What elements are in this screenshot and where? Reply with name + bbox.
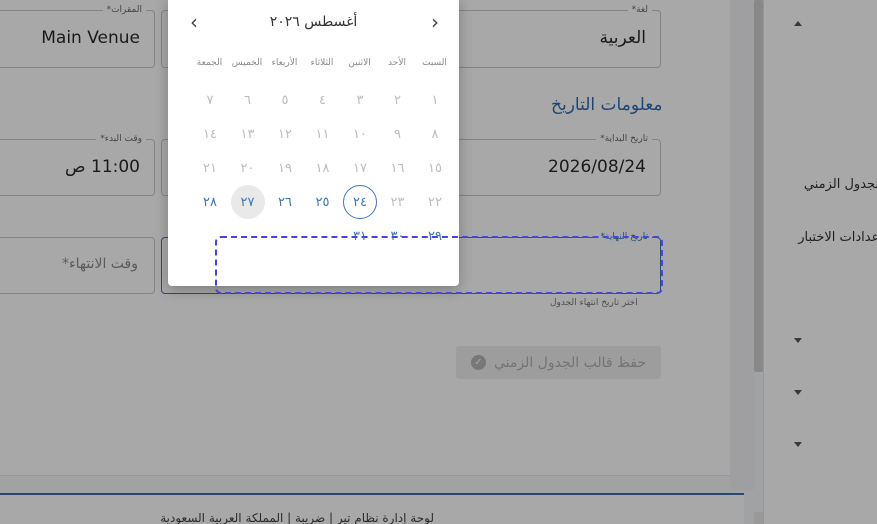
calendar-day: ١٤ bbox=[203, 126, 217, 142]
weekday-label: الأحد bbox=[388, 58, 406, 68]
calendar-day[interactable]: ٢٥ bbox=[306, 185, 340, 219]
calendar-day[interactable]: ٢٨ bbox=[193, 185, 227, 219]
calendar-day: ٩ bbox=[394, 126, 401, 142]
calendar-day: ٢٠ bbox=[240, 160, 255, 176]
calendar-day: ٢٢ bbox=[428, 194, 442, 210]
calendar-day: ١٦ bbox=[390, 160, 405, 176]
calendar-day: ٥ bbox=[281, 92, 289, 108]
calendar-day: ١٧ bbox=[353, 160, 367, 176]
calendar-day: ٢٣ bbox=[390, 194, 405, 210]
calendar-day: ١٢ bbox=[278, 126, 292, 142]
focus-outline bbox=[215, 236, 663, 294]
calendar-day: ١ bbox=[431, 92, 439, 108]
calendar-day: ١٩ bbox=[278, 160, 292, 176]
calendar-day: ٨ bbox=[431, 126, 439, 142]
calendar-day: ١٨ bbox=[315, 160, 330, 176]
next-month-button[interactable]: › bbox=[421, 8, 449, 36]
calendar-day: ٢١ bbox=[203, 160, 217, 176]
calendar-day: ١٥ bbox=[428, 160, 442, 176]
calendar-day: ٦ bbox=[244, 92, 251, 108]
calendar-day[interactable]: ٢٧ bbox=[230, 185, 265, 219]
weekday-label: الخميس bbox=[231, 58, 263, 68]
calendar-day: ١٣ bbox=[240, 126, 255, 142]
calendar-month-title[interactable]: أغسطس ٢٠٢٦ bbox=[168, 14, 459, 30]
weekday-label: السبت bbox=[422, 58, 447, 68]
calendar-day[interactable]: ٢٤ bbox=[343, 185, 377, 219]
weekday-label: الجمعة bbox=[196, 58, 223, 68]
calendar-day: ٢ bbox=[394, 92, 401, 108]
weekday-label: الثلاثاء bbox=[310, 58, 334, 68]
weekday-label: الأربعاء bbox=[271, 58, 298, 68]
calendar-day: ٤ bbox=[319, 92, 326, 108]
weekday-label: الاثنين bbox=[348, 58, 371, 68]
calendar-day: ٧ bbox=[206, 92, 214, 108]
calendar-day: ١١ bbox=[315, 126, 330, 142]
calendar-day: ١٠ bbox=[353, 126, 367, 142]
calendar-day: ٣ bbox=[356, 92, 364, 108]
calendar-day[interactable]: ٢٦ bbox=[268, 185, 302, 219]
